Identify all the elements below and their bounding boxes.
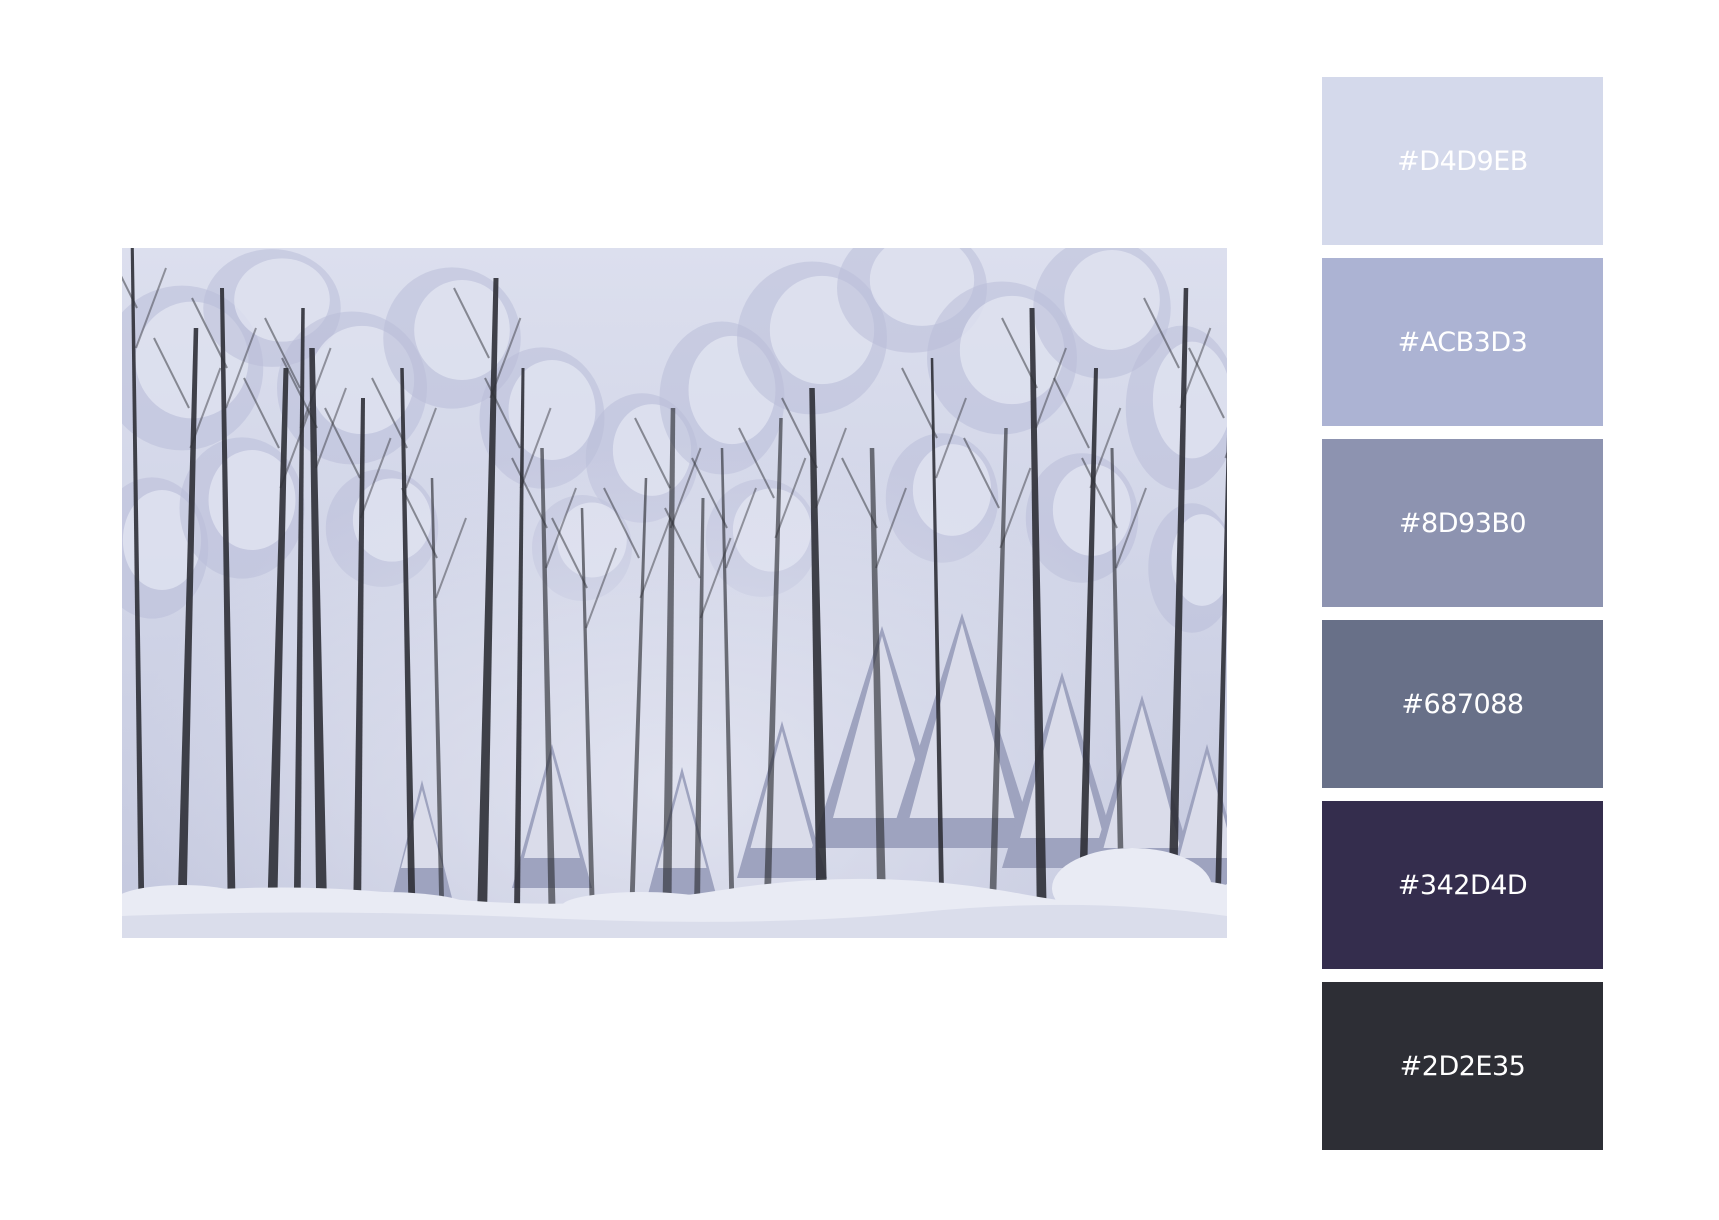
swatch-hex-label: #8D93B0 — [1398, 507, 1527, 539]
swatch-3: #8D93B0 — [1322, 439, 1603, 607]
swatch-hex-label: #687088 — [1401, 688, 1524, 720]
color-palette: #D4D9EB #ACB3D3 #8D93B0 #687088 #342D4D … — [1322, 77, 1603, 1150]
swatch-1: #D4D9EB — [1322, 77, 1603, 245]
winter-forest-image — [122, 248, 1227, 938]
swatch-hex-label: #ACB3D3 — [1397, 326, 1528, 358]
forest-photo — [122, 248, 1227, 938]
swatch-5: #342D4D — [1322, 801, 1603, 969]
swatch-4: #687088 — [1322, 620, 1603, 788]
swatch-hex-label: #342D4D — [1397, 869, 1528, 901]
swatch-hex-label: #2D2E35 — [1399, 1050, 1526, 1082]
swatch-6: #2D2E35 — [1322, 982, 1603, 1150]
swatch-2: #ACB3D3 — [1322, 258, 1603, 426]
swatch-hex-label: #D4D9EB — [1397, 145, 1528, 177]
